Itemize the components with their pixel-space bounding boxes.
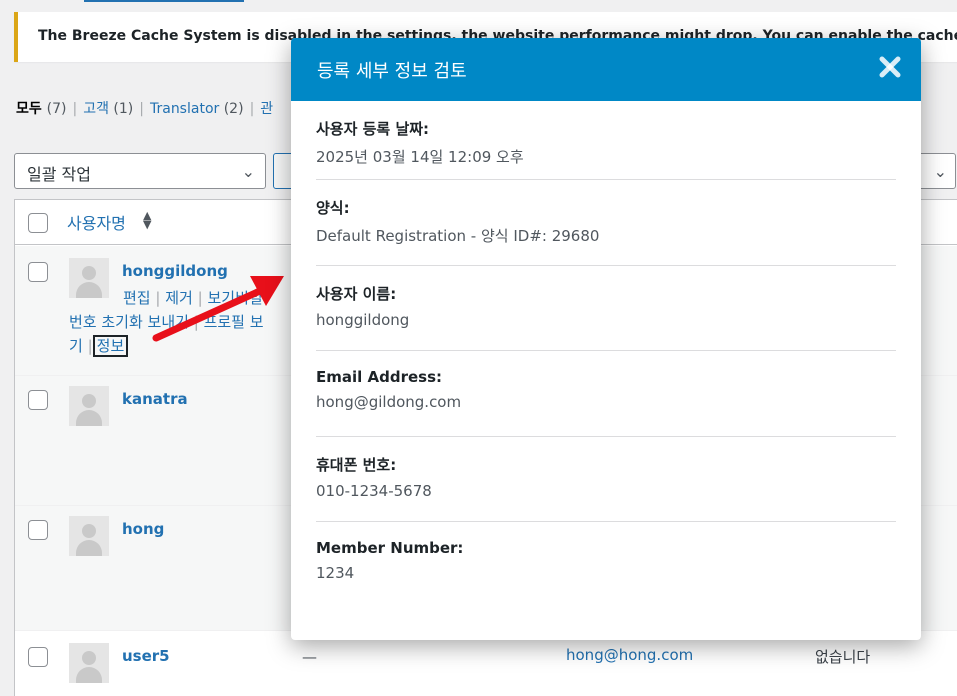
field-value: 010-1234-5678 bbox=[316, 481, 432, 500]
field-label: 사용자 등록 날짜: bbox=[316, 120, 430, 138]
row-checkbox[interactable] bbox=[28, 390, 48, 410]
row-actions: 편집 | 제거 | 보기비밀 번호 초기화 보내기 | 프로필 보 기 | 정보 bbox=[69, 289, 264, 357]
field-username: 사용자 이름: honggildong bbox=[316, 266, 896, 351]
view-link[interactable]: 보기 bbox=[207, 289, 235, 307]
field-email: Email Address: hong@gildong.com bbox=[316, 351, 896, 437]
bulk-action-select[interactable]: 일괄 작업 ⌄ bbox=[14, 153, 266, 189]
filter-customer[interactable]: 고객 (1) bbox=[83, 101, 133, 117]
tab-underline bbox=[84, 0, 244, 2]
filter-next[interactable]: 관 bbox=[260, 101, 273, 117]
field-value: hong@gildong.com bbox=[316, 393, 462, 411]
user-role-filter: 모두 (7) | 고객 (1) | Translator (2) | 관 bbox=[16, 101, 274, 117]
field-label: Email Address: bbox=[316, 368, 443, 386]
registration-details-modal: 등록 세부 정보 검토 사용자 등록 날짜: 2025년 03월 14일 12:… bbox=[291, 38, 921, 640]
username-link[interactable]: kanatra bbox=[122, 390, 188, 408]
username-column-header[interactable]: 사용자명 bbox=[67, 210, 126, 234]
avatar-placeholder-icon bbox=[69, 516, 109, 556]
field-registration-date: 사용자 등록 날짜: 2025년 03월 14일 12:09 오후 bbox=[316, 101, 896, 180]
chevron-down-icon: ⌄ bbox=[933, 162, 947, 181]
field-label: 휴대폰 번호: bbox=[316, 455, 397, 474]
profile-link[interactable]: 프로필 보 bbox=[204, 313, 264, 331]
field-value: honggildong bbox=[316, 310, 410, 329]
sort-icon[interactable]: ▲ ▼ bbox=[143, 210, 151, 230]
field-value: 2025년 03월 14일 12:09 오후 bbox=[316, 148, 524, 166]
close-icon[interactable] bbox=[877, 54, 903, 80]
reset-password-link[interactable]: 비밀 bbox=[235, 289, 263, 307]
modal-body: 사용자 등록 날짜: 2025년 03월 14일 12:09 오후 양식: De… bbox=[291, 101, 921, 608]
username-link[interactable]: user5 bbox=[122, 647, 170, 665]
row-checkbox[interactable] bbox=[28, 647, 48, 667]
username-link[interactable]: hong bbox=[122, 520, 164, 538]
modal-title: 등록 세부 정보 검토 bbox=[317, 61, 467, 82]
filter-all[interactable]: 모두 (7) bbox=[16, 101, 66, 117]
profile-link-cont[interactable]: 기 bbox=[69, 337, 83, 355]
info-link[interactable]: 정보 bbox=[92, 335, 129, 357]
filter-translator[interactable]: Translator (2) bbox=[150, 101, 244, 117]
avatar-placeholder-icon bbox=[69, 643, 109, 683]
field-phone: 휴대폰 번호: 010-1234-5678 bbox=[316, 437, 896, 522]
field-value: 1234 bbox=[316, 564, 355, 582]
chevron-down-icon: ⌄ bbox=[241, 162, 255, 181]
row-checkbox[interactable] bbox=[28, 520, 48, 540]
bulk-action-value: 일괄 작업 bbox=[27, 165, 91, 184]
field-label: Member Number: bbox=[316, 539, 464, 557]
avatar-placeholder-icon bbox=[69, 386, 109, 426]
field-member-number: Member Number: 1234 bbox=[316, 522, 896, 608]
reset-password-link-cont[interactable]: 번호 초기화 보내기 bbox=[69, 313, 189, 331]
user-name-cell: — bbox=[302, 648, 317, 666]
remove-link[interactable]: 제거 bbox=[165, 289, 193, 307]
top-strip bbox=[0, 0, 957, 8]
select-all-checkbox[interactable] bbox=[28, 213, 48, 233]
username-link[interactable]: honggildong bbox=[122, 262, 228, 280]
user-role-cell: 없습니다 bbox=[815, 648, 871, 666]
field-form: 양식: Default Registration - 양식 ID#: 29680 bbox=[316, 180, 896, 266]
field-label: 사용자 이름: bbox=[316, 284, 397, 303]
user-email-link[interactable]: hong@hong.com bbox=[566, 646, 693, 664]
field-value: Default Registration - 양식 ID#: 29680 bbox=[316, 227, 600, 245]
field-label: 양식: bbox=[316, 199, 350, 217]
modal-header: 등록 세부 정보 검토 bbox=[291, 38, 921, 101]
edit-link[interactable]: 편집 bbox=[123, 289, 151, 307]
row-checkbox[interactable] bbox=[28, 262, 48, 282]
